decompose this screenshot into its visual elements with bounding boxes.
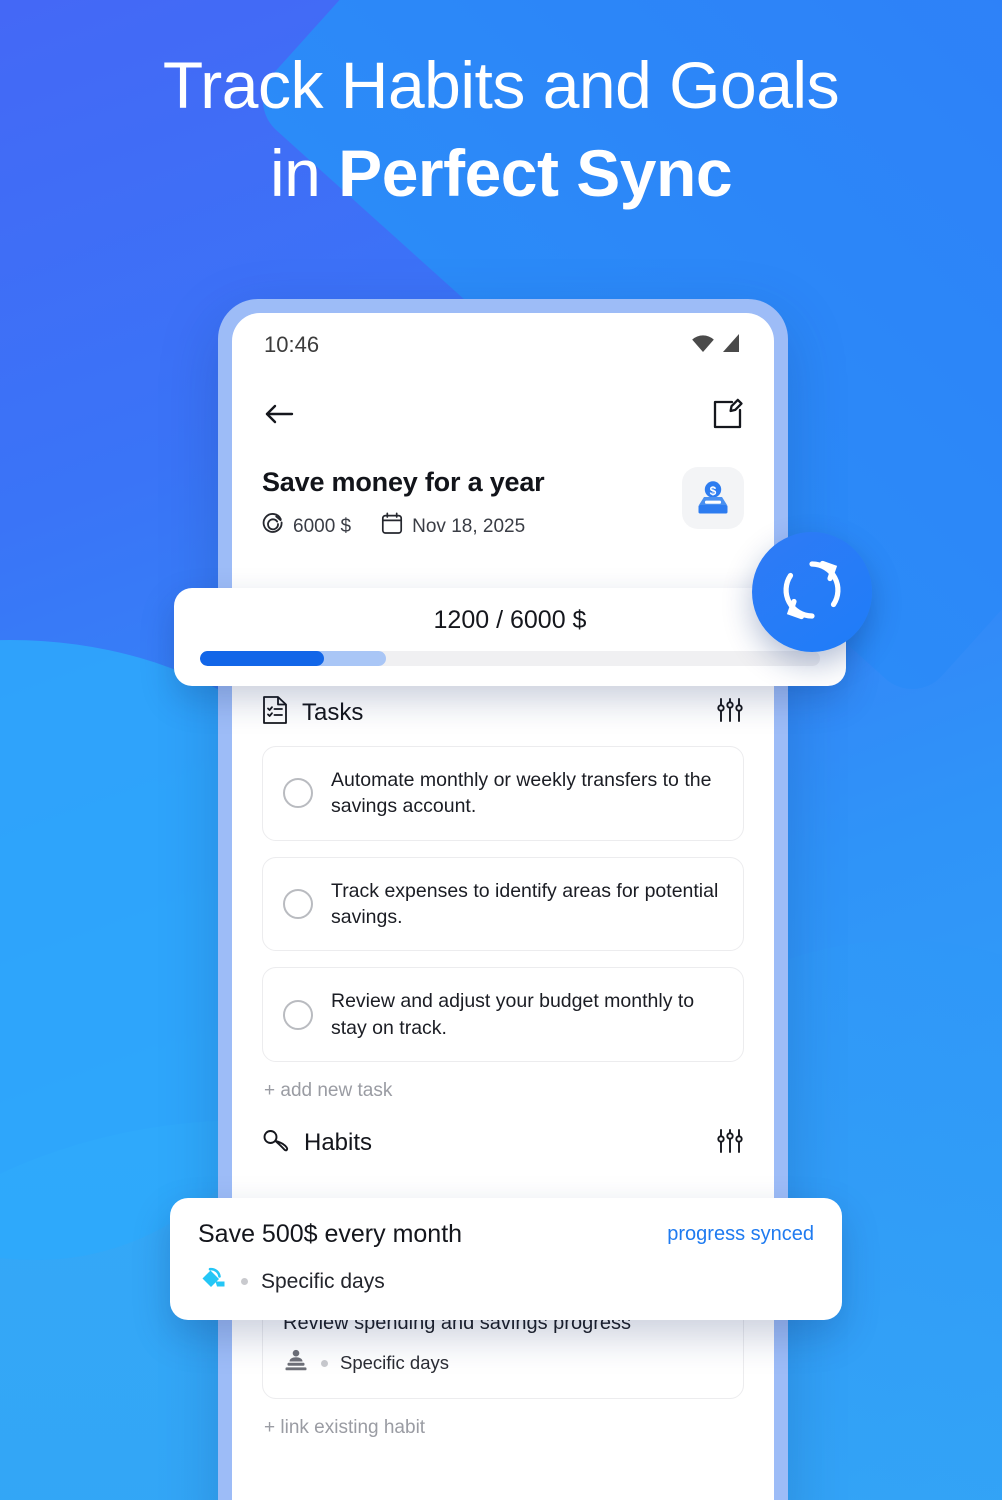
floating-habit-bottom-row: Specific days [198, 1265, 814, 1298]
habits-section-title: Habits [304, 1129, 373, 1157]
promo-headline: Track Habits and Goals in Perfect Sync [0, 52, 1002, 206]
goal-date-value: Nov 18, 2025 [412, 515, 526, 537]
headline-line-1: Track Habits and Goals [162, 48, 840, 122]
sync-button[interactable] [752, 532, 872, 652]
task-checkbox[interactable] [283, 999, 313, 1030]
cellular-signal-icon [720, 333, 742, 358]
tasks-section-header-left: Tasks [262, 695, 363, 730]
floating-habit-separator-dot [241, 1278, 248, 1285]
tasks-section-header: Tasks [262, 695, 744, 730]
task-item[interactable]: Track expenses to identify areas for pot… [262, 856, 744, 952]
headline-line-2: in Perfect Sync [0, 140, 1002, 206]
link-existing-habit-link[interactable]: + link existing habit [264, 1417, 744, 1439]
phone-content: Tasks Automate monthly or weekly transfe… [232, 695, 774, 1439]
status-bar-icons [690, 333, 742, 358]
goal-progress-bar [200, 651, 820, 666]
goal-header: Save money for a year 6000 $ Nov 18, 202… [232, 455, 774, 541]
task-label: Automate monthly or weekly transfers to … [331, 769, 712, 818]
stamp-icon [283, 1349, 309, 1378]
goal-title: Save money for a year [262, 467, 545, 497]
habits-section-header-left: Habits [262, 1128, 372, 1159]
task-checkbox[interactable] [283, 888, 313, 919]
goal-progress-label: 1200 / 6000 $ [433, 606, 587, 634]
promo-screenshot: Track Habits and Goals in Perfect Sync 1… [0, 0, 1002, 1500]
habits-section-header: Habits [262, 1128, 744, 1159]
task-item[interactable]: Review and adjust your budget monthly to… [262, 967, 744, 1062]
sliders-filter-icon[interactable] [716, 1128, 744, 1159]
goal-progress-card: 1200 / 6000 $ [174, 588, 846, 686]
target-icon [262, 512, 284, 541]
floating-habit-status: progress synced [667, 1223, 814, 1245]
floating-habit-title: Save 500$ every month [198, 1220, 463, 1248]
wifi-icon [690, 333, 716, 358]
habit-loop-icon [262, 1128, 290, 1159]
floating-habit-card[interactable]: Save 500$ every month progress synced Sp… [170, 1198, 842, 1320]
floating-habit-top-row: Save 500$ every month progress synced [198, 1220, 814, 1249]
add-new-task-link[interactable]: + add new task [264, 1080, 744, 1102]
watering-can-icon [198, 1265, 228, 1298]
goal-meta: 6000 $ Nov 18, 2025 [262, 512, 544, 541]
task-item[interactable]: Automate monthly or weekly transfers to … [262, 746, 744, 841]
arrow-left-icon[interactable] [262, 399, 296, 434]
goal-header-text: Save money for a year 6000 $ Nov 18, 202… [262, 467, 545, 541]
goal-target-value: 6000 $ [293, 515, 352, 537]
goal-progress-fill-primary [200, 651, 324, 666]
task-label: Track expenses to identify areas for pot… [331, 879, 719, 928]
tasks-document-icon [262, 695, 288, 730]
svg-text:$: $ [710, 484, 717, 498]
status-bar: 10:46 [232, 313, 774, 377]
calendar-icon [381, 512, 403, 541]
headline-line-2-prefix: in [269, 136, 339, 210]
task-label: Review and adjust your budget monthly to… [331, 990, 695, 1039]
habit-subrow: Specific days [283, 1349, 723, 1378]
sliders-filter-icon[interactable] [716, 697, 744, 728]
money-box-icon: $ [682, 467, 744, 529]
tasks-section-title: Tasks [302, 698, 364, 726]
habit-separator-dot [321, 1359, 328, 1367]
sync-refresh-icon [776, 554, 848, 631]
phone-screen: 10:46 Save money for a year 6000 $ Nov 1… [232, 313, 774, 1500]
edit-pencil-icon[interactable] [710, 397, 744, 436]
habit-schedule: Specific days [340, 1352, 449, 1374]
task-checkbox[interactable] [283, 778, 313, 809]
app-bar [232, 377, 774, 455]
status-bar-time: 10:46 [264, 332, 320, 357]
headline-line-2-bold: Perfect Sync [338, 136, 733, 210]
floating-habit-schedule: Specific days [261, 1269, 385, 1293]
